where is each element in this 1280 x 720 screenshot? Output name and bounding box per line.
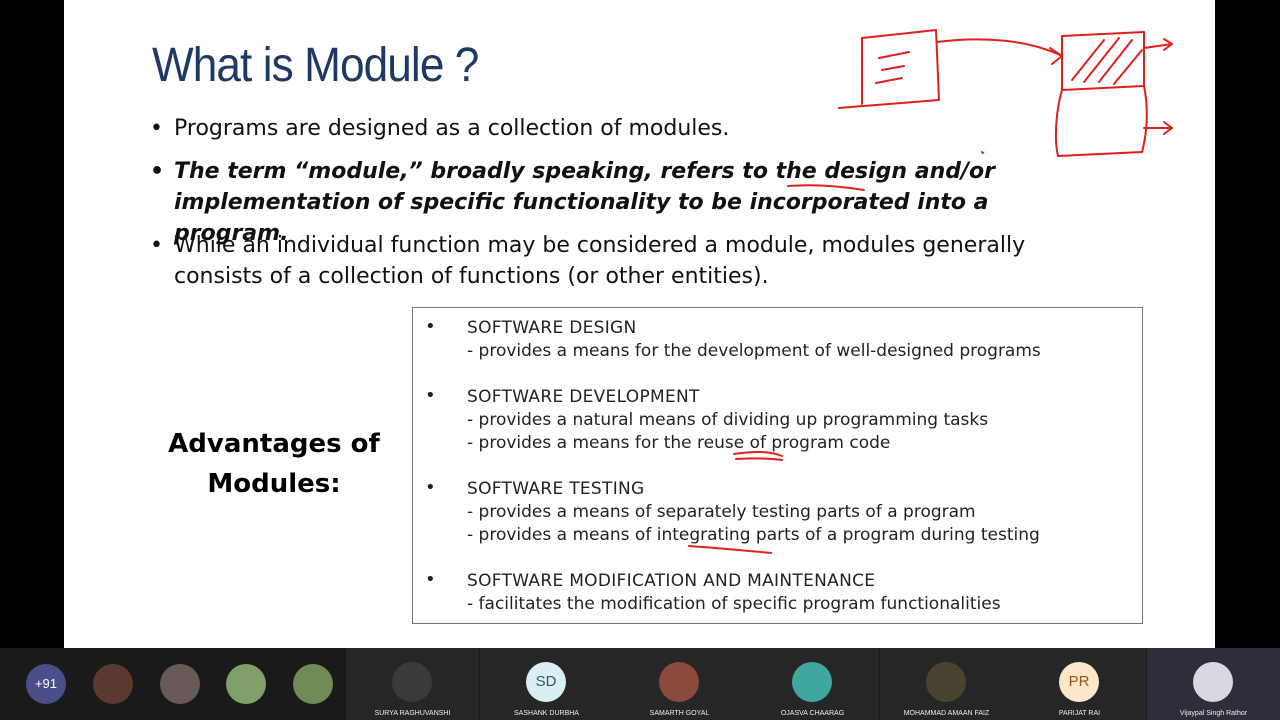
annotation-arrow (936, 38, 1063, 65)
participant-avatar (392, 662, 432, 702)
advantage-title: SOFTWARE TESTING (467, 479, 645, 499)
participant-name: SURYA RAGHUVANSHI (374, 710, 451, 717)
advantage-line: - provides a means of separately testing… (467, 502, 976, 522)
more-participants-button[interactable]: +91 (26, 664, 66, 704)
participant-name: SAMARTH GOYAL (649, 710, 710, 717)
advantage-line: - provides a natural means of dividing u… (467, 410, 989, 430)
participant-avatar (1193, 662, 1233, 702)
advantages-box: • SOFTWARE DESIGN - provides a means for… (412, 307, 1143, 624)
participant-name: OJASVA CHAARAG (780, 710, 845, 717)
advantage-line: - provides a means for the development o… (467, 341, 1041, 361)
annotation-module-box-top (1061, 31, 1145, 91)
participant-name: MOHAMMAD AMAAN FAIZ (903, 710, 990, 717)
bullet-item: • While an individual function may be co… (150, 230, 1110, 292)
participant-avatar (792, 662, 832, 702)
advantage-line: - facilitates the modification of specif… (467, 594, 1001, 614)
presentation-slide: What is Module ? • Programs are designed… (64, 0, 1215, 648)
annotation-hatch (1071, 37, 1143, 85)
bullet-dot: • (150, 159, 165, 184)
advantage-line: - provides a means of integrating parts … (467, 525, 1040, 545)
participant-avatar[interactable] (160, 664, 200, 704)
bullet-dot: • (150, 233, 163, 258)
participants-bar: +91 SURYA RAGHUVANSHI SD SASHANK DURBHA … (0, 648, 1280, 720)
participant-tile[interactable]: MOHAMMAD AMAAN FAIZ (880, 648, 1013, 720)
participant-initials: SD (535, 673, 557, 690)
participant-count: +91 (34, 676, 58, 691)
participant-avatar (926, 662, 966, 702)
participant-tile[interactable]: PR PARIJAT RAI (1013, 648, 1146, 720)
participant-name: PARIJAT RAI (1058, 710, 1101, 717)
slide-title: What is Module ? (152, 39, 479, 92)
bullet-text: Programs are designed as a collection of… (174, 116, 730, 141)
participant-avatar (659, 662, 699, 702)
participant-name: Vijaypal Singh Rathor (1179, 710, 1248, 717)
participant-tile[interactable]: SURYA RAGHUVANSHI (346, 648, 479, 720)
advantage-title: SOFTWARE DEVELOPMENT (467, 387, 700, 407)
annotation-out-arrow-bottom (1143, 121, 1173, 135)
annotation-dot (981, 151, 984, 154)
bullet-text: While an individual function may be cons… (174, 233, 1026, 289)
participant-avatar[interactable] (226, 664, 266, 704)
advantage-line: - provides a means for the reuse of prog… (467, 433, 891, 453)
participant-tile[interactable]: OJASVA CHAARAG (746, 648, 879, 720)
annotation-module-box-bottom (1054, 85, 1148, 157)
participant-avatar: PR (1059, 662, 1099, 702)
bullet-dot: • (425, 569, 436, 590)
bullet-dot: • (425, 477, 436, 498)
bullet-dot: • (150, 116, 163, 141)
advantage-title: SOFTWARE DESIGN (467, 318, 637, 338)
participant-avatar[interactable] (93, 664, 133, 704)
bullet-dot: • (425, 316, 436, 337)
participant-tile-active[interactable]: Vijaypal Singh Rathor (1147, 648, 1280, 720)
advantages-heading-line: Modules: (207, 469, 341, 499)
bullet-dot: • (425, 385, 436, 406)
advantages-heading: Advantages of Modules: (164, 424, 384, 504)
bullet-item: • Programs are designed as a collection … (150, 113, 1050, 144)
participant-avatar: SD (526, 662, 566, 702)
participant-tile[interactable]: SD SASHANK DURBHA (480, 648, 613, 720)
participant-name: SASHANK DURBHA (514, 710, 579, 717)
annotation-doc-box (838, 29, 940, 109)
advantage-title: SOFTWARE MODIFICATION AND MAINTENANCE (467, 571, 876, 591)
participant-initials: PR (1068, 673, 1090, 690)
annotation-doc-lines (875, 51, 910, 84)
participant-tile[interactable]: SAMARTH GOYAL (613, 648, 746, 720)
advantages-heading-line: Advantages of (168, 429, 380, 459)
annotation-out-arrow-top (1143, 38, 1173, 51)
participant-avatar[interactable] (293, 664, 333, 704)
